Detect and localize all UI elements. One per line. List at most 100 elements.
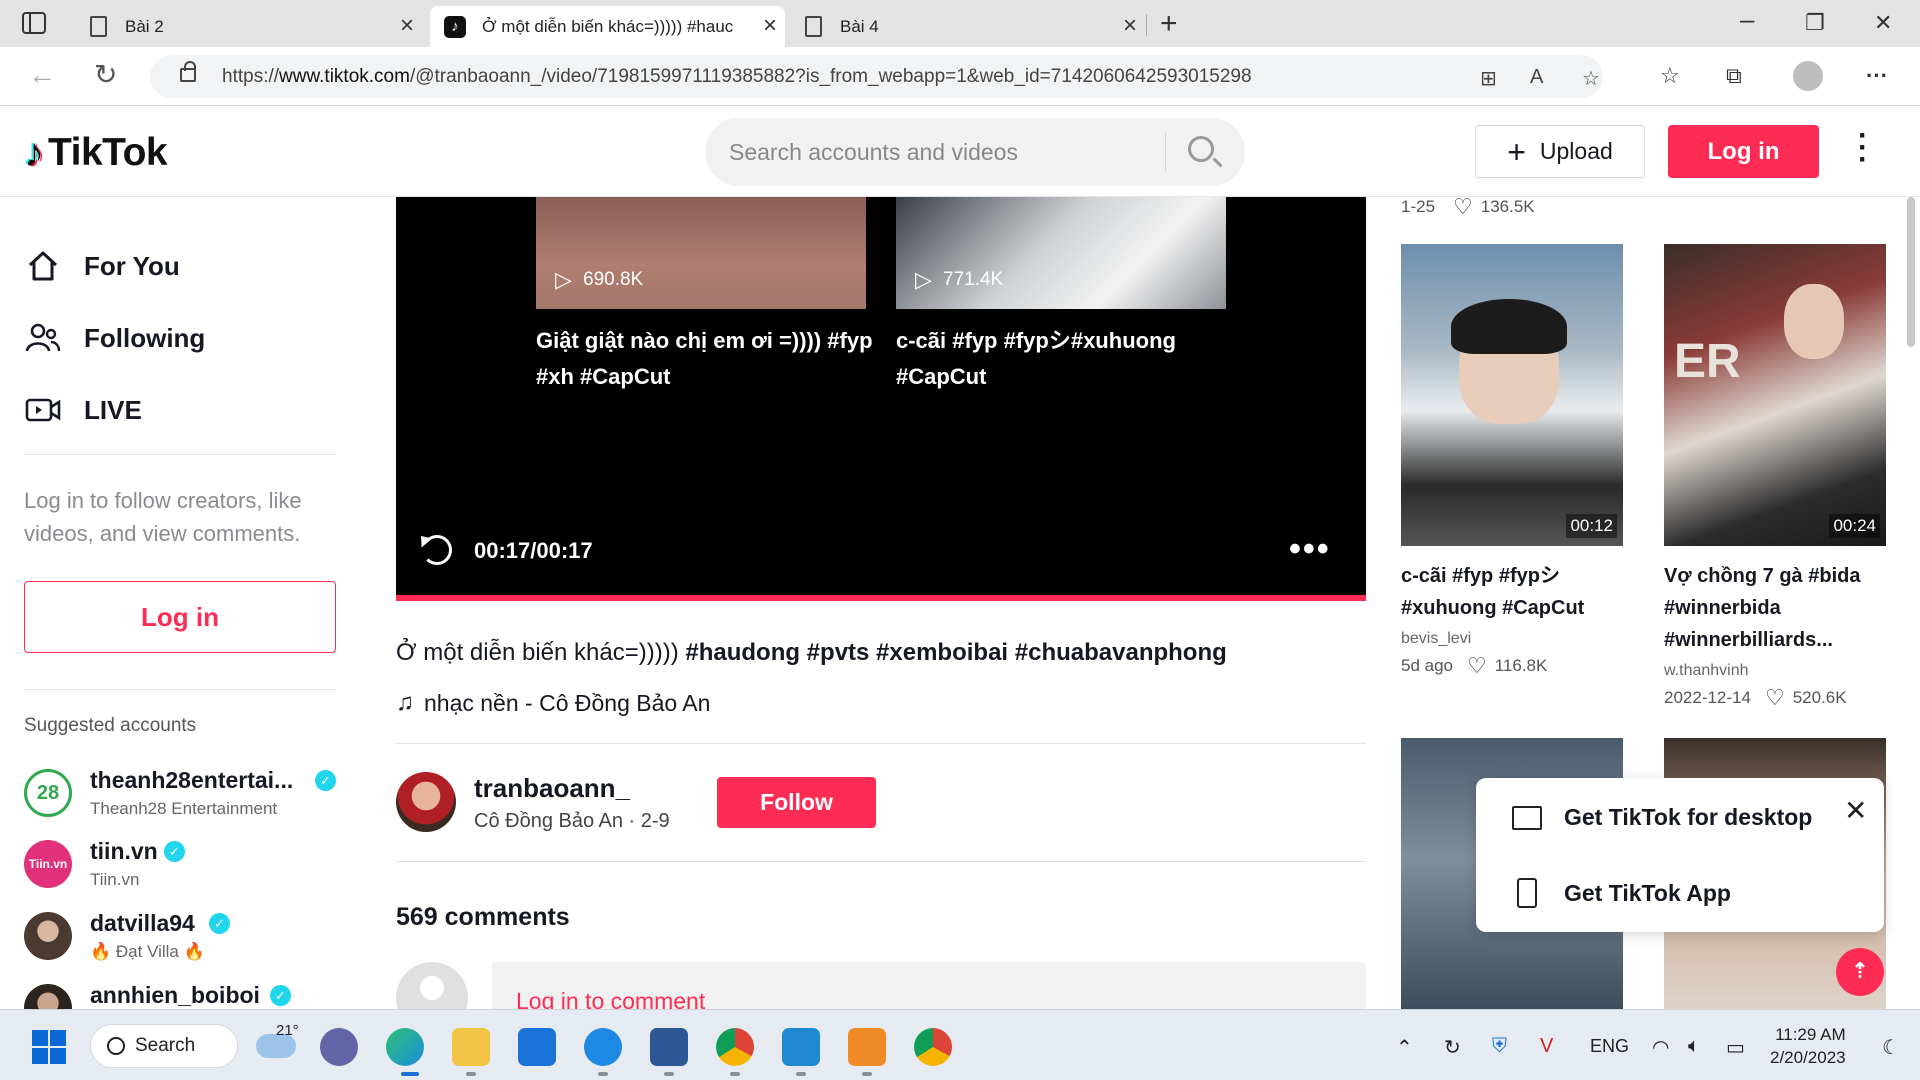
tab-close-icon[interactable]: ×: [763, 14, 777, 38]
recommended-video-author[interactable]: bevis_levi: [1401, 630, 1623, 648]
get-desktop-link[interactable]: Get TikTok for desktop: [1512, 804, 1812, 831]
play-icon: [915, 267, 932, 293]
browser-tab-2-active[interactable]: ♪ Ở một diễn biến khác=))))) #hauc ×: [430, 6, 785, 47]
tab-close-icon[interactable]: ×: [1123, 14, 1137, 38]
suggested-account[interactable]: datvilla94 ✓ 🔥 Đạt Villa 🔥: [24, 910, 344, 966]
author-avatar[interactable]: [396, 772, 456, 832]
video-duration: 00:24: [1829, 514, 1880, 538]
suggested-account[interactable]: 28 theanh28entertai... ✓ Theanh28 Entert…: [24, 767, 344, 823]
mail-icon[interactable]: [518, 1028, 556, 1066]
back-arrow-icon[interactable]: ←: [28, 61, 56, 89]
follow-button[interactable]: Follow: [717, 777, 876, 828]
close-icon[interactable]: ✕: [1844, 794, 1867, 827]
collections-icon[interactable]: ⧉: [1726, 63, 1742, 89]
restore-icon[interactable]: ❐: [1805, 10, 1825, 36]
file-explorer-icon[interactable]: [452, 1028, 490, 1066]
author-subtitle: Cô Đồng Bảo An · 2-9: [474, 810, 670, 832]
new-tab-button[interactable]: +: [1160, 9, 1178, 39]
description-hashtags[interactable]: #haudong #pvts #xemboibai #chuabavanphon…: [685, 639, 1226, 666]
windows-start-icon[interactable]: [32, 1030, 66, 1064]
tab-close-icon[interactable]: ×: [400, 14, 414, 38]
input-language[interactable]: ENG: [1590, 1036, 1629, 1057]
browser-tab-3[interactable]: Bài 4 ×: [785, 6, 1145, 47]
nav-label: Following: [84, 322, 206, 353]
add-favorite-icon[interactable]: ☆: [1582, 66, 1600, 91]
related-video-thumbnail: 771.4K: [896, 197, 1226, 309]
recommended-video-card[interactable]: 00:12 c-cãi #fyp #fypシ #xuhuong #CapCut …: [1401, 244, 1623, 677]
profile-avatar[interactable]: [1793, 61, 1823, 91]
related-video-card[interactable]: 771.4K c-cãi #fyp #fypシ#xuhuong #CapCut: [896, 197, 1226, 395]
related-video-card[interactable]: 690.8K Giật giật nào chị em ơi =)))) #fy…: [536, 197, 873, 395]
video-more-icon[interactable]: •••: [1289, 530, 1331, 569]
security-shield-icon[interactable]: ⛨: [1492, 1035, 1507, 1058]
sidebar-divider: [24, 689, 336, 690]
header-login-button[interactable]: Log in: [1668, 125, 1819, 178]
suggested-account[interactable]: annhien_boiboi ✓: [24, 982, 344, 1009]
battery-icon[interactable]: ▭: [1726, 1035, 1745, 1060]
sidebar-login-button[interactable]: Log in: [24, 581, 336, 653]
search-input[interactable]: [729, 135, 1149, 169]
recommended-video-author[interactable]: w.thanhvinh: [1664, 662, 1886, 680]
video-player[interactable]: 690.8K Giật giật nào chị em ơi =)))) #fy…: [396, 197, 1366, 601]
word-icon[interactable]: [650, 1028, 688, 1066]
chrome-icon[interactable]: [914, 1028, 952, 1066]
wifi-icon[interactable]: ◠: [1652, 1035, 1669, 1060]
music-note-icon: ♫: [396, 689, 414, 716]
left-sidebar: For You Following LIVE Log in to follow …: [0, 197, 360, 1009]
chrome-profile-icon[interactable]: [716, 1028, 754, 1066]
tab-actions-icon[interactable]: [22, 12, 46, 34]
like-count: 520.6K: [1792, 688, 1847, 707]
upload-button[interactable]: + Upload: [1475, 125, 1645, 178]
notification-moon-icon[interactable]: ☾: [1882, 1035, 1900, 1060]
nav-following[interactable]: Following: [24, 316, 205, 360]
refresh-icon[interactable]: ↻: [94, 61, 117, 89]
description-text: Ở một diễn biến khác=))))): [396, 639, 679, 666]
nav-for-you[interactable]: For You: [24, 244, 180, 288]
author-username[interactable]: tranbaoann_: [474, 773, 630, 804]
nav-live[interactable]: LIVE: [24, 388, 142, 432]
video-progress-bar[interactable]: [396, 595, 1366, 601]
music-title: nhạc nền - Cô Đồng Bảo An: [424, 689, 711, 716]
avatar: 28: [24, 769, 72, 817]
taskbar-search-button[interactable]: Search: [90, 1024, 238, 1068]
read-aloud-icon[interactable]: A: [1530, 66, 1543, 89]
replay-icon[interactable]: [422, 535, 452, 565]
get-app-link[interactable]: Get TikTok App: [1512, 878, 1731, 908]
play-icon: [555, 267, 572, 293]
teams-chat-icon[interactable]: [320, 1028, 358, 1066]
browser-tab-1[interactable]: Bài 2 ×: [70, 6, 422, 47]
tiktok-logo[interactable]: ♪ TikTok: [24, 131, 168, 175]
minimize-icon[interactable]: –: [1740, 4, 1754, 35]
sync-icon[interactable]: ↻: [1444, 1035, 1461, 1060]
recommended-video-thumbnail: 00:12: [1401, 244, 1623, 546]
favorites-icon[interactable]: ☆: [1660, 63, 1680, 89]
edge-browser-icon[interactable]: [386, 1028, 424, 1066]
show-hidden-icons-chevron-icon[interactable]: ⌃: [1396, 1035, 1413, 1060]
sublime-text-icon[interactable]: [848, 1028, 886, 1066]
url-text[interactable]: https://www.tiktok.com/@tranbaoann_/vide…: [222, 66, 1252, 88]
sidebar-divider: [24, 454, 336, 455]
antivirus-icon[interactable]: V: [1540, 1035, 1553, 1058]
lock-icon[interactable]: [180, 61, 196, 82]
upload-label: Upload: [1539, 138, 1613, 164]
music-link[interactable]: ♫ nhạc nền - Cô Đồng Bảo An: [396, 689, 710, 717]
volume-icon[interactable]: 🔈︎: [1688, 1035, 1700, 1058]
recommended-video-meta: 5d ago ♡ 116.8K: [1401, 655, 1623, 677]
search-icon[interactable]: [1188, 136, 1214, 162]
close-window-icon[interactable]: ✕: [1874, 10, 1892, 36]
system-clock[interactable]: 11:29 AM 2/20/2023: [1770, 1023, 1846, 1069]
settings-more-icon[interactable]: ···: [1866, 63, 1888, 89]
tiktok-note-icon: ♪: [24, 131, 44, 175]
zalo-icon[interactable]: [584, 1028, 622, 1066]
more-vertical-icon[interactable]: · · ·: [1858, 121, 1868, 175]
suggested-account[interactable]: Tiin.vn tiin.vn ✓ Tiin.vn: [24, 838, 344, 894]
account-username: tiin.vn: [90, 838, 158, 864]
back-to-top-button[interactable]: ⇡: [1836, 948, 1884, 996]
address-bar[interactable]: https://www.tiktok.com/@tranbaoann_/vide…: [150, 55, 1603, 98]
app-available-icon[interactable]: ⊞: [1480, 66, 1497, 91]
recommended-video-card[interactable]: ER 00:24 Vợ chồng 7 gà #bida #winnerbida…: [1664, 244, 1886, 709]
app-indicator: [466, 1072, 476, 1076]
app-indicator: [598, 1072, 608, 1076]
vscode-icon[interactable]: [782, 1028, 820, 1066]
page-scrollbar[interactable]: [1907, 197, 1915, 347]
